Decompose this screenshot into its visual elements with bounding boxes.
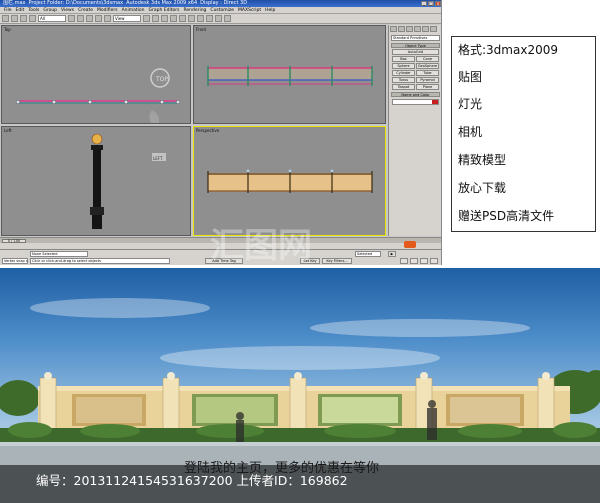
watermark-top: 汇图网 www.huitu.com (470, 10, 567, 37)
front-view-drawing (207, 66, 373, 86)
menu-maxscript[interactable]: MAXScript (238, 7, 261, 14)
feature-item: 精致模型 (458, 153, 507, 167)
box-button[interactable]: Box (392, 56, 415, 62)
maximize-viewport-icon[interactable] (430, 258, 438, 264)
menu-views[interactable]: Views (61, 7, 74, 14)
huitu-logo-watermark: 汇图网 (210, 226, 312, 266)
utilities-tab-icon[interactable] (430, 26, 437, 32)
menu-file[interactable]: File (4, 7, 12, 14)
create-tab-icon[interactable] (390, 26, 397, 32)
modify-tab-icon[interactable] (398, 26, 405, 32)
render-setup-icon[interactable] (215, 15, 222, 22)
svg-text:汇图网: 汇图网 (210, 226, 312, 266)
redo-icon[interactable] (11, 15, 18, 22)
command-tabs (389, 25, 441, 33)
menu-graph-editors[interactable]: Graph Editors (149, 7, 180, 14)
play-button[interactable]: ▶ (388, 251, 396, 257)
menu-create[interactable]: Create (78, 7, 93, 14)
upload-info: 编号：20131124154531637200 上传者ID：169862 (36, 473, 348, 488)
cylinder-button[interactable]: Cylinder (392, 70, 415, 76)
autogrid-checkbox[interactable]: AutoGrid (392, 49, 439, 55)
primitive-type-dropdown[interactable]: Standard Primitives (391, 35, 440, 41)
mirror-icon[interactable] (170, 15, 177, 22)
listener-field[interactable]: Click or click-and-drag to select object… (30, 258, 170, 264)
pivot-icon[interactable] (143, 15, 150, 22)
select-by-name-icon[interactable] (77, 15, 84, 22)
prompt-line: Vertex snap on Sphere01 at [0.0mm, 12mm,… (2, 258, 28, 264)
orbit-icon[interactable] (420, 258, 428, 264)
close-button[interactable]: × (435, 1, 441, 6)
sphere-button[interactable]: Sphere (392, 63, 415, 69)
reference-coord-dropdown[interactable]: View (113, 15, 141, 22)
maximize-button[interactable]: □ (428, 1, 434, 6)
align-icon[interactable] (179, 15, 186, 22)
menu-group[interactable]: Group (43, 7, 57, 14)
viewport-front[interactable]: Front (193, 25, 386, 124)
angle-snap-icon[interactable] (161, 15, 168, 22)
menu-animation[interactable]: Animation (122, 7, 145, 14)
display-tab-icon[interactable] (422, 26, 429, 32)
menu-edit[interactable]: Edit (16, 7, 25, 14)
scale-icon[interactable] (104, 15, 111, 22)
rotate-icon[interactable] (95, 15, 102, 22)
command-panel: Standard Primitives Object Type AutoGrid… (388, 25, 441, 236)
primitive-buttons: AutoGrid Box Cone Sphere GeoSphere Cylin… (392, 49, 439, 90)
select-icon[interactable] (68, 15, 75, 22)
feature-item: 贴图 (458, 70, 483, 84)
motion-tab-icon[interactable] (414, 26, 421, 32)
teapot-button[interactable]: Teapot (392, 84, 415, 90)
menu-modifiers[interactable]: Modifiers (97, 7, 118, 14)
svg-text:TOP: TOP (155, 76, 168, 83)
name-and-color-rollout[interactable]: Name and Color (391, 92, 440, 97)
selection-filter[interactable]: All (38, 15, 66, 22)
left-view-drawing: LEFT (90, 133, 166, 229)
pyramid-button[interactable]: Pyramid (416, 77, 439, 83)
main-toolbar: All View (0, 14, 441, 24)
window-controls: _ □ × (421, 1, 441, 6)
plane-button[interactable]: Plane (416, 84, 439, 90)
material-editor-icon[interactable] (206, 15, 213, 22)
feature-list: 格式:3dmax2009 贴图 灯光 相机 精致模型 放心下载 赠送PSD高清文… (451, 36, 596, 232)
object-type-rollout[interactable]: Object Type (391, 43, 440, 48)
menu-help[interactable]: Help (265, 7, 275, 14)
feature-item: 相机 (458, 125, 483, 139)
menu-rendering[interactable]: Rendering (183, 7, 206, 14)
object-color-swatch[interactable] (432, 100, 438, 104)
object-name-field[interactable] (392, 99, 439, 105)
geosphere-button[interactable]: GeoSphere (416, 63, 439, 69)
selection-status: None Selected (30, 251, 88, 257)
hierarchy-tab-icon[interactable] (406, 26, 413, 32)
render-icon[interactable] (224, 15, 231, 22)
feature-item: 灯光 (458, 97, 483, 111)
top-view-drawing: TOP (15, 68, 180, 123)
auto-key-button[interactable] (404, 241, 416, 248)
menu-customize[interactable]: Customize (210, 7, 234, 14)
feature-item: 放心下载 (458, 181, 507, 195)
feature-item: 赠送PSD高清文件 (458, 209, 555, 223)
move-icon[interactable] (86, 15, 93, 22)
zoom-icon[interactable] (400, 258, 408, 264)
cone-button[interactable]: Cone (416, 56, 439, 62)
torus-button[interactable]: Torus (392, 77, 415, 83)
curve-editor-icon[interactable] (197, 15, 204, 22)
viewport-top[interactable]: Top TOP (1, 25, 191, 124)
layer-icon[interactable] (188, 15, 195, 22)
pan-icon[interactable] (410, 258, 418, 264)
screenshot-root: 围栏.max Project Folder: D:\Documents\3dsm… (0, 0, 600, 503)
minimize-button[interactable]: _ (421, 1, 427, 6)
undo-icon[interactable] (2, 15, 9, 22)
feature-item: 格式:3dmax2009 (458, 43, 558, 57)
tube-button[interactable]: Tube (416, 70, 439, 76)
menu-bar: File Edit Tools Group Views Create Modif… (0, 7, 441, 14)
snap-icon[interactable] (152, 15, 159, 22)
svg-text:LEFT: LEFT (153, 156, 163, 161)
link-icon[interactable] (20, 15, 27, 22)
menu-tools[interactable]: Tools (28, 7, 39, 14)
viewport-left[interactable]: Left LEFT (1, 126, 191, 236)
unlink-icon[interactable] (29, 15, 36, 22)
